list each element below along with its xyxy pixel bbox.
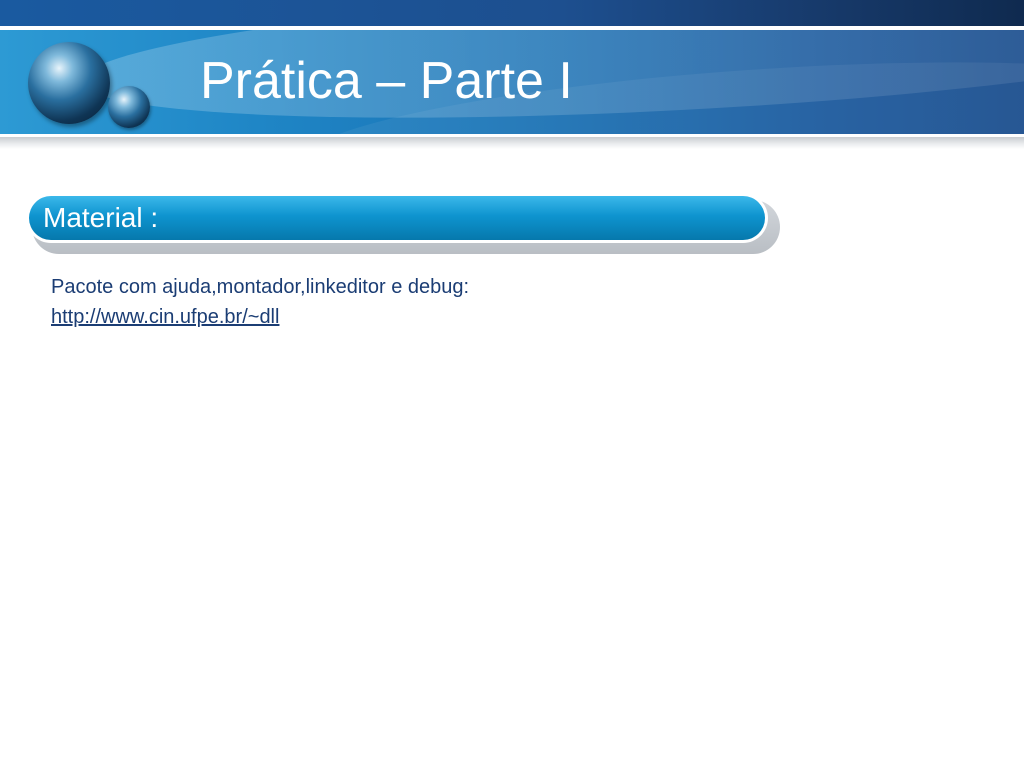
- page-title: Prática – Parte I: [200, 52, 573, 110]
- material-link[interactable]: http://www.cin.ufpe.br/~dll: [51, 302, 469, 332]
- slide: Prática – Parte I Material : Pacote com …: [0, 0, 1024, 768]
- content-block: Pacote com ajuda,montador,linkeditor e d…: [51, 272, 469, 332]
- header-shadow: [0, 137, 1024, 149]
- globe-logo-icon: [28, 42, 110, 124]
- content-line: Pacote com ajuda,montador,linkeditor e d…: [51, 276, 470, 298]
- small-globe-icon: [108, 86, 150, 128]
- top-strip: [0, 0, 1024, 26]
- section-header: Material :: [29, 196, 765, 240]
- section-header-label: Material :: [43, 202, 159, 233]
